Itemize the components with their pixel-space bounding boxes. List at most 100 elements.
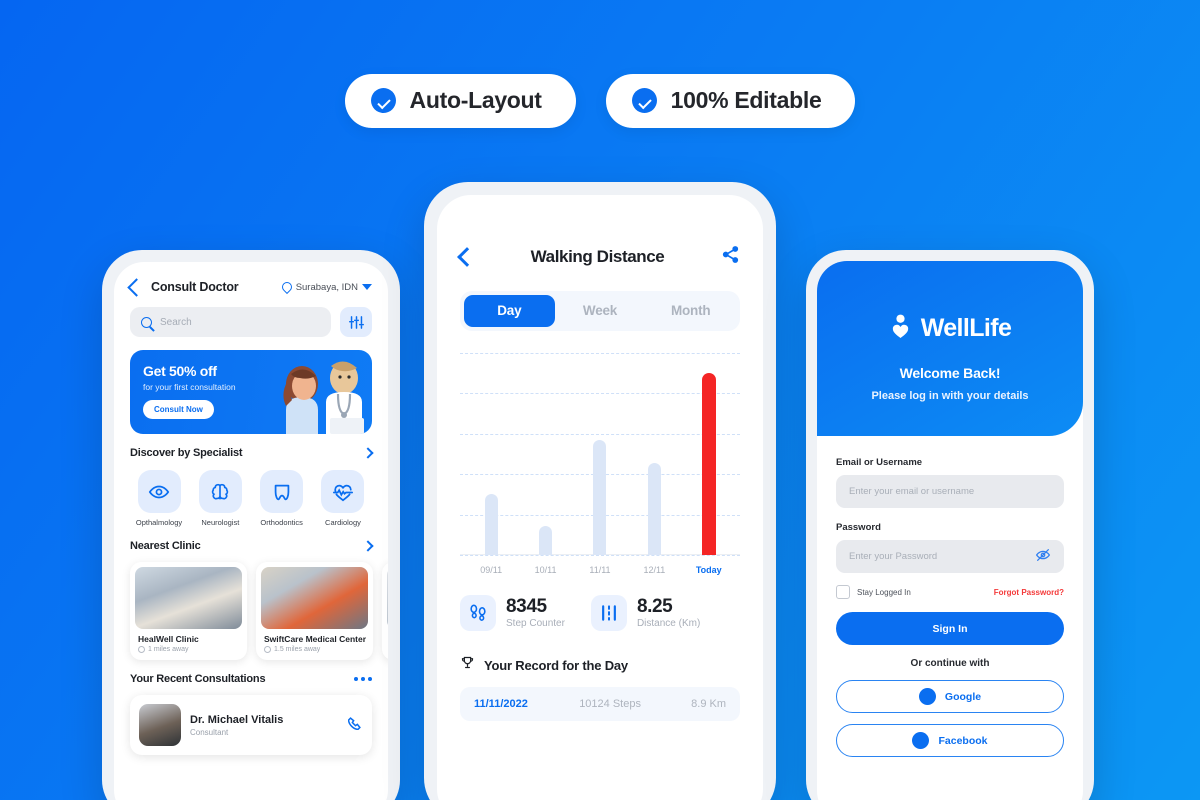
specialist-item-orthodontics[interactable]: Orthodontics: [253, 470, 311, 527]
chevron-right-icon[interactable]: [362, 447, 374, 459]
consultation-card[interactable]: Dr. Michael Vitalis Consultant: [130, 695, 372, 755]
section-title: Your Recent Consultations: [130, 673, 266, 685]
clinic-name: HealWell Clinic: [138, 634, 199, 644]
screen-walking-distance: Walking Distance Day Week Month 09/11 10/…: [437, 195, 763, 800]
tab-month[interactable]: Month: [645, 295, 736, 327]
walking-header: Walking Distance: [457, 245, 740, 269]
stay-logged-in-label: Stay Logged In: [857, 587, 911, 597]
share-icon[interactable]: [721, 245, 740, 269]
chart-x-labels: 09/11 10/11 11/11 12/11 Today: [464, 565, 736, 575]
clinic-card[interactable]: SwiftCare Medical Center 1.5 miles away: [256, 562, 373, 660]
steps-bar-chart: 09/11 10/11 11/11 12/11 Today: [460, 353, 740, 575]
search-placeholder: Search: [160, 316, 192, 328]
specialist-item-opthalmology[interactable]: Opthalmology: [130, 470, 188, 527]
clinic-card[interactable]: Li: [382, 562, 388, 660]
phone-login: WellLife Welcome Back! Please log in wit…: [806, 250, 1094, 800]
bar-column[interactable]: [627, 353, 681, 555]
record-steps: 10124 Steps: [579, 698, 641, 710]
promo-banner[interactable]: Get 50% off for your first consultation …: [130, 350, 372, 434]
consult-header: Consult Doctor Surabaya, IDN: [127, 277, 372, 297]
gridline: [460, 555, 740, 556]
record-row[interactable]: 11/11/2022 10124 Steps 8.9 Km: [460, 687, 740, 721]
clinic-section-header: Nearest Clinic: [130, 540, 374, 552]
x-axis-label: 10/11: [534, 565, 557, 575]
doctor-name: Dr. Michael Vitalis: [190, 713, 284, 726]
forgot-password-link[interactable]: Forgot Password?: [994, 588, 1064, 597]
specialist-item-cardiology[interactable]: Cardiology: [314, 470, 372, 527]
brain-icon: [198, 470, 242, 513]
chart-bar: [593, 439, 607, 555]
chart-bars: [464, 353, 736, 555]
eye-icon: [137, 470, 181, 513]
google-sign-in-button[interactable]: G Google: [836, 680, 1064, 713]
chevron-right-icon[interactable]: [362, 540, 374, 552]
location-pin-icon: [138, 646, 145, 653]
clinic-photo: [261, 567, 368, 629]
tab-day[interactable]: Day: [464, 295, 555, 327]
password-placeholder: Enter your Password: [849, 551, 938, 562]
eye-off-icon[interactable]: [1035, 547, 1051, 566]
login-options: Stay Logged In Forgot Password?: [836, 585, 1064, 599]
page-title: Walking Distance: [530, 247, 665, 266]
location-label: Surabaya, IDN: [295, 281, 358, 293]
filter-sliders-icon: [348, 315, 364, 329]
avatar: [139, 704, 181, 746]
search-input[interactable]: Search: [130, 307, 331, 337]
clinic-card[interactable]: HealWell Clinic 1 miles away: [130, 562, 247, 660]
heart-pulse-icon: [321, 470, 365, 513]
doctor-illustration: [283, 361, 364, 434]
welcome-title: Welcome Back!: [899, 365, 1001, 381]
stat-label: Step Counter: [506, 618, 565, 630]
specialist-item-neurologist[interactable]: Neurologist: [191, 470, 249, 527]
clinic-distance-label: 1 miles away: [148, 646, 189, 653]
badge-auto-layout: Auto-Layout: [344, 74, 576, 128]
stat-label: Distance (Km): [636, 618, 701, 630]
x-axis-label: 11/11: [589, 565, 611, 575]
chart-bar: [539, 526, 553, 555]
email-field[interactable]: Enter your email or username: [836, 475, 1064, 508]
facebook-sign-in-button[interactable]: f Facebook: [836, 724, 1064, 757]
facebook-label: Facebook: [938, 734, 988, 747]
filter-button[interactable]: [340, 307, 372, 337]
trophy-icon: [460, 655, 475, 675]
phone-walking-distance: Walking Distance Day Week Month 09/11 10/…: [424, 182, 776, 800]
specialist-list: Opthalmology Neurologist Orthodontics Ca…: [130, 470, 372, 527]
bar-column[interactable]: [682, 353, 736, 555]
consultations-section-header: Your Recent Consultations: [130, 673, 372, 685]
password-field[interactable]: Enter your Password: [836, 540, 1064, 573]
login-form: Email or Username Enter your email or us…: [817, 436, 1083, 757]
sign-in-button[interactable]: Sign In: [836, 612, 1064, 645]
stay-logged-in-checkbox[interactable]: [836, 585, 850, 599]
x-axis-label: 09/11: [480, 565, 503, 575]
bar-column[interactable]: [464, 353, 518, 555]
specialist-label: Neurologist: [201, 518, 240, 527]
road-lane-icon: [590, 595, 627, 631]
badge-editable: 100% Editable: [605, 74, 856, 128]
email-label: Email or Username: [836, 457, 923, 468]
x-axis-label: Today: [695, 565, 722, 575]
bar-column[interactable]: [518, 353, 572, 555]
consult-now-button[interactable]: Consult Now: [143, 400, 214, 419]
location-selector[interactable]: Surabaya, IDN: [279, 279, 372, 295]
record-date: 11/11/2022: [474, 698, 528, 710]
back-chevron-icon[interactable]: [127, 277, 146, 297]
more-dots-icon[interactable]: [354, 677, 372, 681]
phone-consult-doctor: Consult Doctor Surabaya, IDN Search Get …: [102, 250, 400, 800]
clinic-photo: [387, 567, 388, 629]
facebook-icon: f: [912, 732, 930, 749]
brand: WellLife: [817, 313, 1083, 344]
location-pin-icon: [264, 646, 271, 653]
tab-week[interactable]: Week: [555, 295, 646, 327]
clinic-list: HealWell Clinic 1 miles away SwiftCare M…: [130, 562, 388, 660]
search-icon: [141, 316, 152, 328]
bar-column[interactable]: [573, 353, 627, 555]
range-tabs: Day Week Month: [460, 291, 740, 331]
stat-distance: 8.25 Distance (Km): [590, 595, 701, 631]
specialist-label: Cardiology: [325, 518, 361, 527]
phone-call-icon[interactable]: [347, 715, 363, 735]
chart-bar: [484, 494, 498, 555]
record-distance: 8.9 Km: [691, 698, 726, 710]
record-section-header: Your Record for the Day: [460, 655, 740, 675]
clinic-photo: [135, 567, 242, 629]
doctor-specialty: Consultant: [190, 727, 229, 737]
